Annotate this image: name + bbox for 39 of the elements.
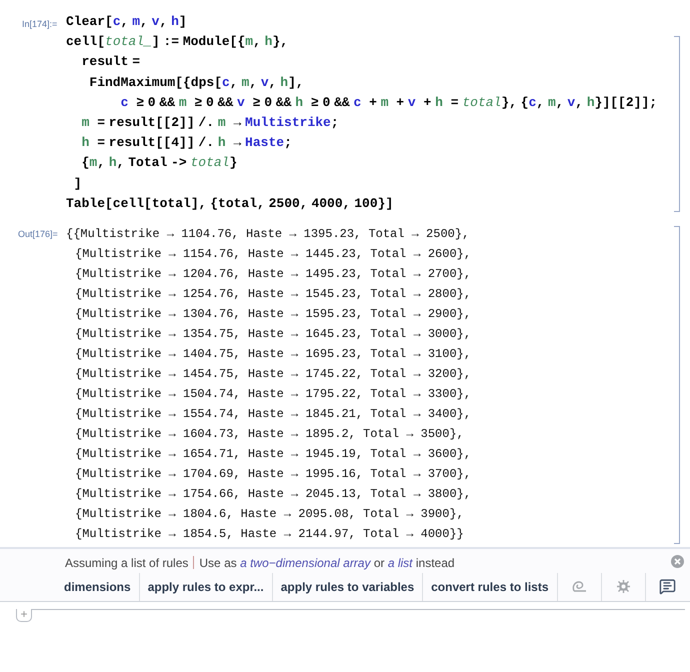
output-line: {Multistrike → 1304.76, Haste → 1595.23, Total → 2900}, [75,306,472,323]
suggestion-button[interactable]: dimensions [56,572,140,601]
code-line: cell[total_] := Module[{m, h}, [66,33,290,52]
code-line: {m, h, Total -> total} [80,154,238,172]
output-line: {Multistrike → 1454.75, Haste → 1745.22, Total → 3200}, [75,366,472,383]
code-line: Table[cell[total], {total, 2500, 4000, 100}] [66,194,394,213]
output-line: {Multistrike → 1654.71, Haste → 1945.19, Total → 3600}, [75,446,472,463]
alternative-text: Use as a two−dimensional array or a list instead [199,554,455,572]
output-line: {Multistrike → 1504.74, Haste → 1795.22, Total → 3300}, [75,386,472,403]
output-line: {{Multistrike → 1104.76, Haste → 1395.23, Total → 2500}, [66,226,470,243]
output-line: {Multistrike → 1604.73, Haste → 1895.2, Total → 3500}, [75,426,464,443]
code-line: result = [80,53,142,72]
suggestion-link[interactable]: a two−dimensional array [240,556,370,570]
suggestion-button[interactable]: apply rules to variables [272,572,424,601]
output-line: {Multistrike → 1554.74, Haste → 1845.21, Total → 3400}, [75,406,472,423]
input-label: In[174]:= [22,18,58,31]
output-line: {Multistrike → 1804.6, Haste → 2095.08, Total → 3900}, [75,506,464,523]
code-line: h = result[[4]] /. h → Haste; [80,134,293,152]
suggestion-link[interactable]: a list [388,556,413,570]
suggestion-button[interactable]: convert rules to lists [423,572,558,601]
output-line: {Multistrike → 1354.75, Haste → 1645.23, Total → 3000}, [75,326,472,343]
code-line: m = result[[2]] /. m → Multistrike; [80,114,340,132]
code-line: ] [72,174,83,192]
close-icon[interactable] [671,554,684,568]
output-line: {Multistrike → 1704.69, Haste → 1995.16, Total → 3700}, [75,466,472,483]
code-line: Clear[c, m, v, h] [66,13,188,31]
code-line: FindMaximum[{dps[c, m, v, h], [88,74,305,92]
output-line: {Multistrike → 1154.76, Haste → 1445.23, Total → 2600}, [75,246,472,263]
output-line: {Multistrike → 1404.75, Haste → 1695.23, Total → 3100}, [75,346,472,363]
output-line: {Multistrike → 1204.76, Haste → 1495.23, Total → 2700}, [75,266,472,283]
cell-bracket[interactable] [674,226,680,544]
output-line: {Multistrike → 1254.76, Haste → 1545.23, Total → 2800}, [75,286,472,303]
output-line: {Multistrike → 1754.66, Haste → 2045.13, Total → 3800}, [75,486,472,503]
code-line: c ≥ 0 && m ≥ 0 && v ≥ 0 && h ≥ 0 && c + m + v + h = total}, {c, m, v, h}][[2]]; [120,94,658,112]
output-line: {Multistrike → 1854.5, Haste → 2144.97, Total → 4000}} [75,526,464,543]
output-label: Out[176]= [18,228,59,241]
suggestion-button[interactable]: apply rules to expr... [140,572,273,601]
cell-bracket[interactable] [674,36,680,212]
assumption-text: Assuming a list of rules [65,554,188,572]
